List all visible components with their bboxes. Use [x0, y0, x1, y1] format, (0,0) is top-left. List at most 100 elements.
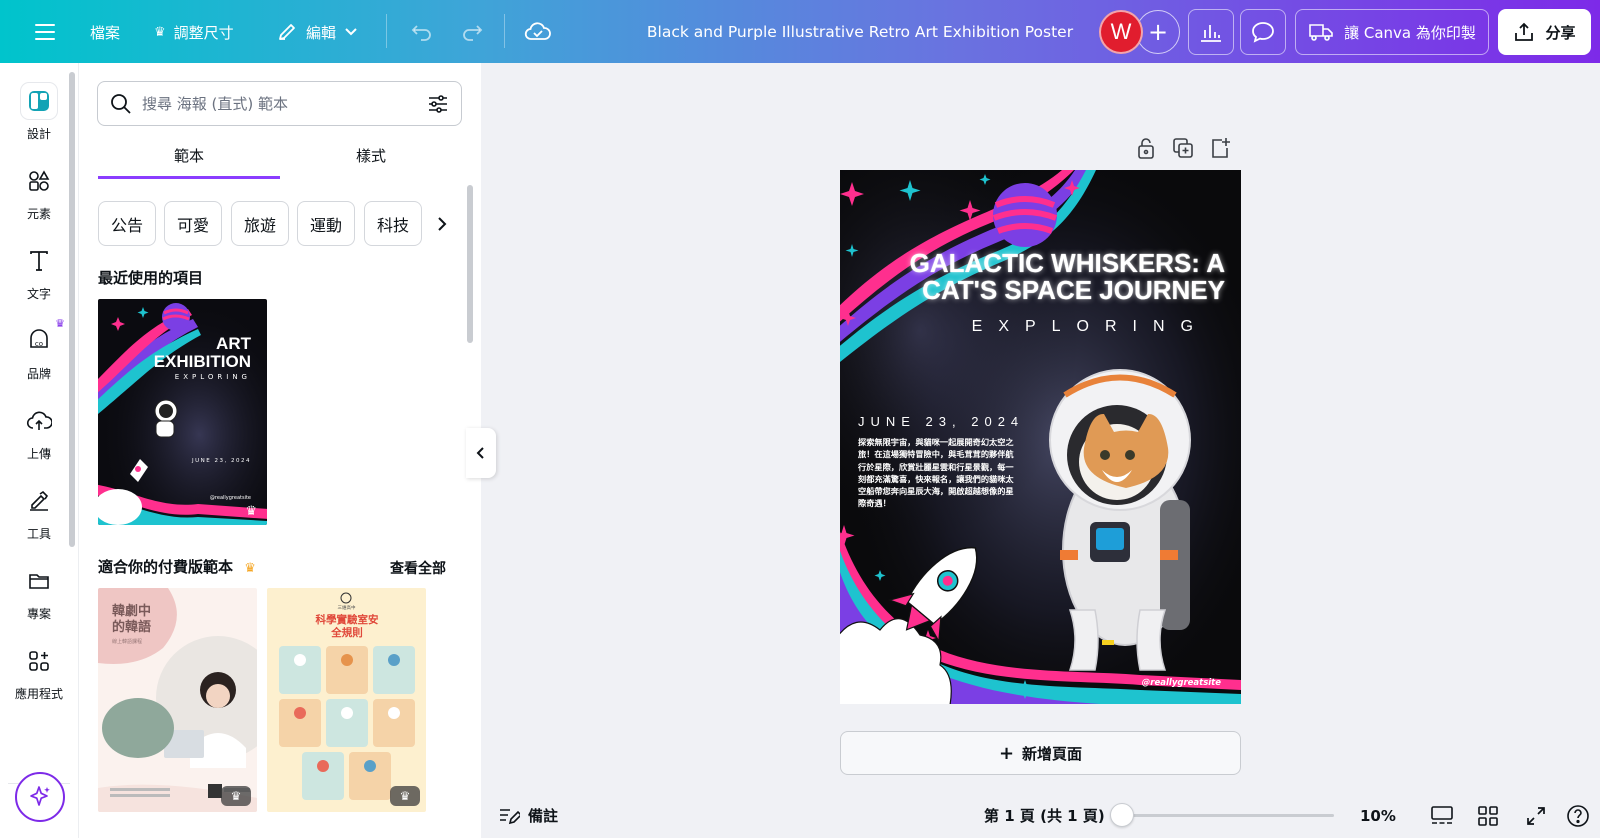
zoom-level[interactable]: 10% — [1360, 807, 1396, 825]
tab-label: 樣式 — [355, 147, 386, 165]
view-all-link[interactable]: 查看全部 — [390, 558, 446, 578]
undo-button[interactable] — [400, 10, 442, 54]
lock-page-button[interactable] — [1135, 136, 1157, 164]
rail-label: 文字 — [26, 287, 51, 301]
fullscreen-button[interactable] — [1522, 802, 1550, 830]
save-status-button[interactable] — [516, 10, 560, 54]
grid-view-button[interactable] — [1474, 802, 1502, 830]
add-page-button[interactable]: + 新增頁面 — [840, 731, 1241, 775]
notes-button[interactable]: 備註 — [498, 805, 558, 826]
rail-item-uploads[interactable]: 上傳 — [0, 403, 78, 473]
toolbar-divider — [504, 14, 505, 48]
poster-body: 探索無限宇宙，與貓咪一起展開奇幻太空之旅！在這場獨特冒險中，與毛茸茸的夥伴航行於… — [858, 437, 1014, 509]
menu-button[interactable] — [26, 10, 64, 54]
recent-thumb-title-line1: ART — [216, 334, 251, 353]
chip-announcement[interactable]: 公告 — [98, 201, 156, 246]
crown-icon: ♛ — [399, 789, 411, 803]
crown-icon: ♛ — [244, 561, 256, 576]
toolbar-divider — [386, 14, 387, 48]
share-label: 分享 — [1545, 23, 1576, 42]
help-icon — [1567, 805, 1589, 827]
lock-icon — [1138, 138, 1154, 159]
add-page-label: 新增頁面 — [1022, 744, 1083, 763]
file-menu-button[interactable]: 檔案 — [82, 10, 128, 54]
comments-button[interactable] — [1240, 9, 1286, 55]
template-search[interactable] — [97, 81, 462, 126]
poster-title: GALACTIC WHISKERS: A CAT'S SPACE JOURNEY — [880, 250, 1225, 304]
recent-thumb-subtitle: EXPLORING — [174, 373, 251, 381]
recent-template-thumb[interactable]: ART EXHIBITION EXPLORING JUNE 23, 2024 @… — [98, 299, 267, 525]
rail-item-text[interactable]: 文字 — [0, 243, 78, 313]
rail-label: 專案 — [26, 607, 51, 621]
bottom-bar: 備註 第 1 頁 (共 1 頁) 10% — [482, 793, 1600, 838]
filter-icon[interactable] — [427, 94, 449, 114]
help-button[interactable] — [1564, 802, 1592, 830]
resize-button[interactable]: ♛ 調整尺寸 — [146, 10, 242, 54]
brand-icon: co ♛ — [21, 317, 65, 359]
design-canvas-page[interactable]: GALACTIC WHISKERS: A CAT'S SPACE JOURNEY… — [840, 170, 1241, 704]
korean-thumb-title: 韓劇中的韓語 — [112, 604, 152, 635]
tab-templates[interactable]: 範本 — [98, 145, 280, 179]
premium-title: 適合你的付費版範本 ♛ — [98, 556, 256, 577]
pencil-icon — [279, 24, 295, 40]
page-view-button[interactable] — [1428, 802, 1456, 830]
sparkle-icon — [30, 786, 50, 806]
premium-template-thumb-lab-safety[interactable]: 科學實驗室安全規則 三維高中 ♛ — [267, 588, 426, 812]
lab-thumb-subtitle: 三維高中 — [337, 606, 356, 611]
share-button[interactable]: 分享 — [1498, 9, 1591, 55]
zoom-slider-track[interactable] — [1118, 814, 1334, 817]
panel-scrollbar[interactable] — [467, 185, 473, 343]
rail-item-apps[interactable]: 應用程式 — [0, 643, 78, 713]
hamburger-icon — [35, 24, 55, 40]
tab-styles[interactable]: 樣式 — [280, 145, 462, 179]
edit-mode-button[interactable]: 編輯 — [268, 10, 366, 54]
truck-icon — [1309, 24, 1333, 41]
crown-icon: ♛ — [230, 789, 242, 803]
print-label: 讓 Canva 為你印製 — [1344, 23, 1476, 42]
rail-scrollbar[interactable] — [69, 72, 75, 547]
premium-badge: ♛ — [221, 786, 251, 806]
chip-travel[interactable]: 旅遊 — [231, 201, 289, 246]
insights-button[interactable] — [1188, 9, 1234, 55]
rail-label: 上傳 — [26, 447, 51, 461]
collapse-panel-button[interactable] — [466, 428, 496, 478]
rail-item-tools[interactable]: 工具 — [0, 483, 78, 553]
rail-item-projects[interactable]: 專案 — [0, 563, 78, 633]
rail-item-brand[interactable]: co ♛ 品牌 — [0, 317, 78, 393]
rail-label: 應用程式 — [14, 687, 63, 701]
upload-icon — [21, 403, 57, 439]
print-with-canva-button[interactable]: 讓 Canva 為你印製 — [1295, 9, 1489, 55]
chip-sports[interactable]: 運動 — [297, 201, 355, 246]
rail-item-design[interactable]: 設計 — [0, 83, 78, 153]
lab-thumb-title: 科學實驗室安全規則 — [315, 614, 379, 639]
chip-tech[interactable]: 科技 — [364, 201, 422, 246]
chip-cute[interactable]: 可愛 — [164, 201, 222, 246]
zoom-slider-knob[interactable] — [1110, 803, 1135, 827]
document-title[interactable]: Black and Purple Illustrative Retro Art … — [600, 0, 1120, 63]
magic-assistant-button[interactable] — [15, 772, 65, 822]
rail-item-elements[interactable]: 元素 — [0, 163, 78, 233]
page-indicator[interactable]: 第 1 頁 (共 1 頁) — [984, 805, 1105, 826]
poster-date: JUNE 23, 2024 — [858, 414, 1025, 429]
svg-text:co: co — [35, 340, 43, 348]
duplicate-page-button[interactable] — [1171, 136, 1195, 164]
search-input[interactable] — [142, 94, 417, 113]
duplicate-icon — [1173, 138, 1193, 158]
add-page-icon-button[interactable] — [1209, 136, 1231, 164]
poster-subtitle: EXPLORING — [971, 318, 1209, 335]
apps-icon — [21, 643, 57, 679]
premium-template-thumb-korean[interactable]: 韓劇中的韓語 線上韓語課程 ♛ — [98, 588, 257, 812]
chips-next-button[interactable] — [430, 201, 454, 246]
recent-thumb-title-line2: EXHIBITION — [153, 352, 251, 371]
redo-button[interactable] — [452, 10, 494, 54]
folder-icon — [21, 563, 57, 599]
undo-icon — [411, 25, 431, 41]
upload-share-icon — [1515, 22, 1534, 41]
plus-icon: + — [998, 742, 1015, 764]
rail-label: 工具 — [26, 527, 51, 541]
redo-icon — [463, 25, 483, 41]
poster-title-line1: GALACTIC WHISKERS: A — [909, 248, 1225, 278]
avatar[interactable]: W — [1099, 10, 1143, 54]
poster-title-line2: CAT'S SPACE JOURNEY — [922, 275, 1225, 305]
premium-title-text: 適合你的付費版範本 — [98, 558, 234, 576]
